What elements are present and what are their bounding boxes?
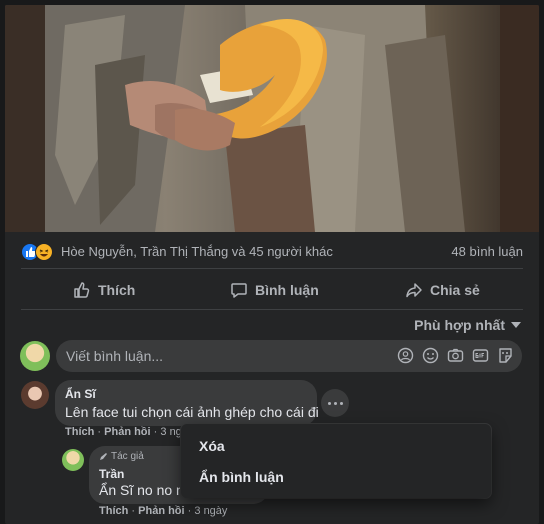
thumbs-up-icon: [74, 282, 90, 298]
comment-author[interactable]: Ẩn Sĩ: [65, 387, 96, 401]
sort-label: Phù hợp nhất: [414, 317, 505, 333]
comment-text: Lên face tui chọn cái ảnh ghép cho cái đ…: [65, 404, 319, 420]
comment-reply-link[interactable]: Phản hồi: [104, 426, 150, 438]
comment-meta: Thích · Phản hồi · 3 ngày: [65, 426, 194, 438]
pencil-icon: [100, 453, 107, 460]
post-actions: Thích Bình luận Chia sẻ: [21, 275, 523, 305]
comment-options-button[interactable]: [321, 389, 349, 417]
share-arrow-icon: [406, 283, 422, 298]
menu-item-delete[interactable]: Xóa: [189, 430, 483, 461]
share-label: Chia sẻ: [430, 282, 480, 298]
comment-count[interactable]: 48 bình luận: [451, 244, 523, 259]
avatar[interactable]: [21, 381, 49, 409]
reaction-summary: Hòe Nguyễn, Trần Thị Thắng và 45 người k…: [21, 241, 523, 263]
reply-reply-link[interactable]: Phản hồi: [138, 505, 184, 517]
menu-item-hide-comment[interactable]: Ẩn bình luận: [189, 461, 483, 492]
divider: [21, 309, 523, 310]
camera-icon[interactable]: [447, 347, 464, 364]
comment-options-menu: Xóa Ẩn bình luận: [181, 424, 491, 498]
avatar-sticker-icon[interactable]: [397, 347, 414, 364]
reply-time[interactable]: 3 ngày: [194, 505, 227, 517]
reply-text: Ẩn Sĩ no no no: [99, 482, 192, 498]
post-card: Hòe Nguyễn, Trần Thị Thắng và 45 người k…: [5, 5, 539, 524]
comment-input[interactable]: Viết bình luận...: [56, 340, 522, 372]
post-photo[interactable]: [5, 5, 539, 232]
beggar-holding-gourd-photo: [5, 5, 539, 232]
avatar[interactable]: [62, 449, 84, 471]
reply-meta: Thích · Phản hồi · 3 ngày: [99, 505, 228, 517]
comment-bubble: Ẩn Sĩ Lên face tui chọn cái ảnh ghép cho…: [55, 380, 319, 426]
comment-label: Bình luận: [255, 282, 319, 298]
comment-input-placeholder: Viết bình luận...: [66, 348, 164, 364]
caret-down-icon: [511, 322, 521, 328]
avatar[interactable]: [20, 341, 50, 371]
reply-like-link[interactable]: Thích: [99, 505, 128, 517]
haha-icon: [35, 243, 53, 261]
composer-tools: [397, 347, 514, 364]
like-button[interactable]: Thích: [73, 275, 135, 305]
comment-like-link[interactable]: Thích: [65, 426, 94, 438]
share-button[interactable]: Chia sẻ: [405, 275, 480, 305]
comment-button[interactable]: Bình luận: [230, 275, 319, 305]
author-badge-label: Tác giả: [111, 451, 144, 462]
author-badge: Tác giả: [99, 451, 144, 462]
comment-bubble-icon: [231, 283, 247, 298]
reply-author[interactable]: Trần: [99, 467, 124, 481]
reaction-icons[interactable]: [21, 243, 57, 261]
emoji-icon[interactable]: [422, 347, 439, 364]
reaction-names[interactable]: Hòe Nguyễn, Trần Thị Thắng và 45 người k…: [61, 244, 333, 259]
like-label: Thích: [98, 282, 136, 298]
comment-sort-dropdown[interactable]: Phù hợp nhất: [414, 317, 521, 333]
sticker-icon[interactable]: [497, 347, 514, 364]
divider: [21, 268, 523, 269]
gif-icon[interactable]: [472, 347, 489, 364]
